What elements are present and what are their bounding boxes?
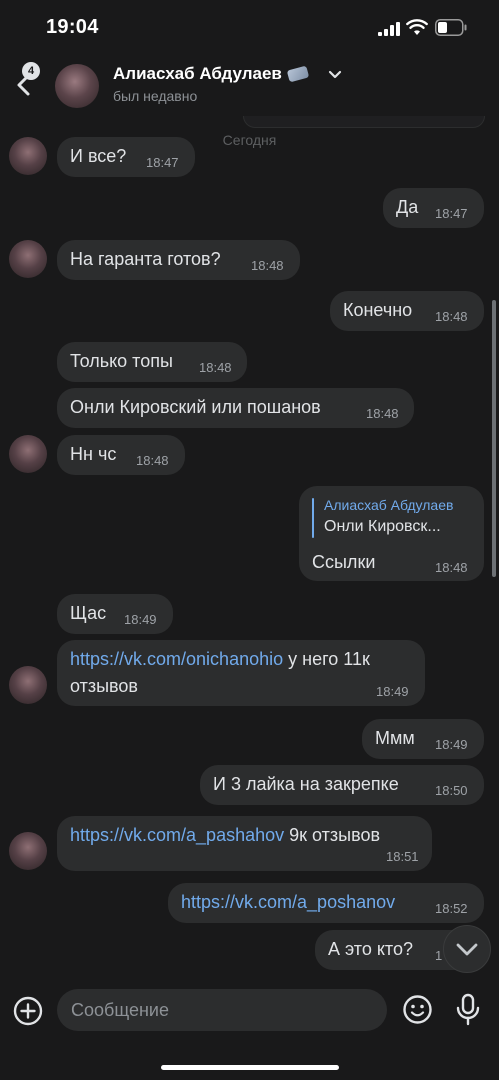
status-time: 19:04 (46, 16, 99, 38)
composer: Сообщение (0, 980, 499, 1080)
message-text-part: 9к отзывов (289, 825, 381, 845)
message-time: 18:48 (199, 360, 232, 375)
message-bubble[interactable]: Нн чс 18:48 (57, 435, 185, 475)
message-bubble[interactable]: На гаранта готов? 18:48 (57, 240, 300, 280)
message-text: Ммм (375, 728, 415, 748)
message-text: А это кто? (328, 939, 413, 959)
message-time: 18:48 (435, 309, 468, 324)
message-bubble[interactable]: Щас 18:49 (57, 594, 173, 634)
avatar[interactable] (9, 435, 47, 473)
emoji-icon[interactable] (402, 994, 433, 1025)
message-text: Щас (70, 603, 107, 623)
message-text: Нн чс (70, 444, 117, 464)
chat-header: 4 Алиасхаб Абдулаев был недавно (0, 56, 499, 116)
message-link[interactable]: https://vk.com/onichanohio (70, 649, 283, 669)
avatar[interactable] (9, 137, 47, 175)
message-bubble[interactable]: https://vk.com/a_pashahov 9к отзывов 18:… (57, 816, 432, 871)
message-text: Конечно (343, 300, 413, 320)
message-input[interactable]: Сообщение (57, 989, 387, 1031)
message-time: 18:50 (435, 783, 468, 798)
message-time: 18:48 (251, 258, 284, 273)
microphone-icon[interactable] (455, 993, 481, 1027)
message-text-part: у него 11к (288, 649, 370, 669)
message-bubble[interactable]: Да 18:47 (383, 188, 484, 228)
message-time: 18:49 (124, 612, 157, 627)
chevron-down-icon[interactable] (328, 68, 342, 82)
message-time: 18:47 (146, 155, 179, 170)
message-time: 18:48 (136, 453, 169, 468)
message-text: https://vk.com/a_pashahov 9к отзывов (70, 825, 380, 846)
message-time: 18:47 (435, 206, 468, 221)
message-bubble[interactable]: Ммм 18:49 (362, 719, 484, 759)
status-bar: 19:04 (0, 0, 499, 56)
quoted-text: Онли Кировск... (324, 518, 441, 535)
battery-icon (435, 19, 467, 36)
message-input-placeholder: Сообщение (71, 1000, 169, 1020)
message-bubble[interactable]: https://vk.com/onichanohio у него 11к от… (57, 640, 425, 706)
wifi-icon (406, 19, 428, 35)
emoji-status-icon (286, 65, 310, 83)
message-time: 18:49 (376, 684, 409, 699)
message-text: Онли Кировский или пошанов (70, 397, 321, 417)
message-text: И 3 лайка на закрепке (213, 774, 399, 794)
quoted-author: Алиасхаб Абдулаев (324, 497, 454, 513)
message-bubble[interactable]: https://vk.com/a_poshanov 18:52 (168, 883, 484, 923)
message-list[interactable]: Сегодня И все? 18:47 Да 18:47 На гаранта… (0, 116, 499, 980)
message-bubble[interactable]: Конечно 18:48 (330, 291, 484, 331)
date-pill (243, 116, 485, 128)
reply-message-bubble[interactable]: Алиасхаб Абдулаев Онли Кировск... Ссылки… (299, 486, 484, 581)
message-bubble[interactable]: Онли Кировский или пошанов 18:48 (57, 388, 414, 428)
signal-icon (378, 22, 400, 36)
message-time: 18:52 (435, 901, 468, 916)
unread-badge: 4 (22, 62, 40, 80)
quote-bar (312, 498, 314, 538)
contact-avatar[interactable] (55, 64, 99, 108)
message-time: 18:48 (435, 560, 468, 575)
avatar[interactable] (9, 832, 47, 870)
message-text-line2: отзывов (70, 676, 138, 696)
contact-status: был недавно (113, 88, 198, 104)
avatar[interactable] (9, 666, 47, 704)
contact-name[interactable]: Алиасхаб Абдулаев (113, 64, 310, 84)
chevron-down-icon (456, 943, 478, 956)
avatar[interactable] (9, 240, 47, 278)
message-bubble[interactable]: Только топы 18:48 (57, 342, 247, 382)
message-time: 18:48 (366, 406, 399, 421)
message-text: Да (396, 197, 419, 217)
message-text: Только топы (70, 351, 173, 371)
home-indicator[interactable] (161, 1065, 339, 1070)
scroll-down-button[interactable] (443, 925, 491, 973)
message-text: И все? (70, 146, 127, 166)
message-bubble[interactable]: И 3 лайка на закрепке 18:50 (200, 765, 484, 805)
message-time: 18:51 (386, 849, 419, 864)
message-bubble[interactable]: И все? 18:47 (57, 137, 195, 177)
message-time: 18:49 (435, 737, 468, 752)
message-text: Ссылки (312, 552, 376, 572)
message-text: https://vk.com/onichanohio у него 11к (70, 649, 370, 670)
message-time: 1 (435, 948, 443, 963)
contact-name-text: Алиасхаб Абдулаев (113, 64, 282, 83)
message-text: На гаранта готов? (70, 249, 221, 269)
message-link[interactable]: https://vk.com/a_poshanov (181, 892, 395, 913)
scrollbar[interactable] (492, 300, 496, 577)
message-link[interactable]: https://vk.com/a_pashahov (70, 825, 284, 845)
plus-icon[interactable] (12, 995, 44, 1027)
